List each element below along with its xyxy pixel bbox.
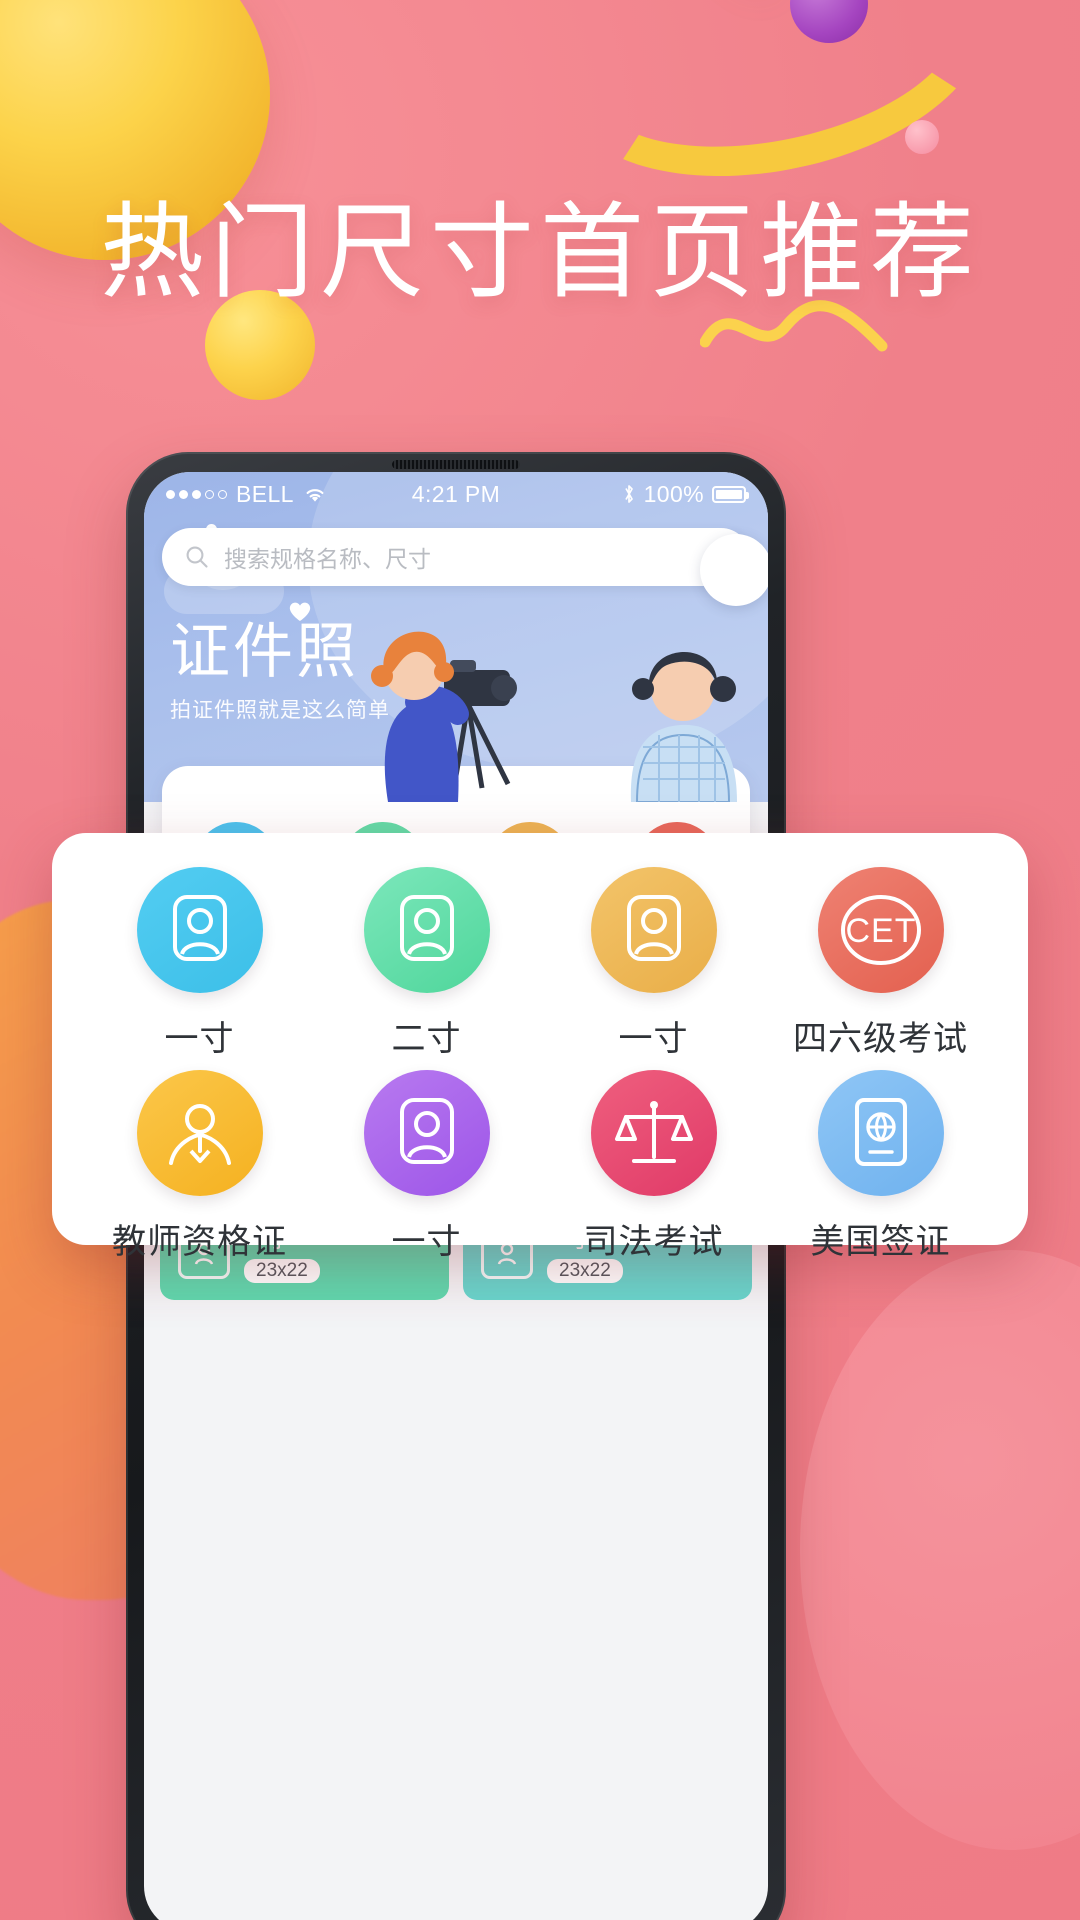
wifi-icon [306,488,324,502]
banner-subtitle: 拍证件照就是这么简单 [170,699,390,722]
status-bar-time: 4:21 PM [411,480,501,507]
search-icon [186,546,208,568]
category-label: 四六级考试 [793,1019,968,1059]
featured-categories-card: 一寸 二寸 一寸 CET 四六级考试 教师资格证 一寸 司法考试 美国签证 [52,833,1028,1262]
category-label: 司法考试 [583,1222,724,1262]
id-photo-icon [590,867,717,993]
search-bar[interactable]: 搜索规格名称、尺寸 [162,528,750,586]
teacher-icon [136,1070,263,1196]
status-bar-left: BELL [166,481,412,508]
id-photo-icon [363,867,490,993]
photographer-illustration [371,631,517,802]
category-label: 二寸 [391,1019,462,1059]
category-item-ercun-green[interactable]: 二寸 [313,867,540,1060]
category-item-cet[interactable]: CET 四六级考试 [767,867,994,1060]
passport-icon [817,1070,944,1196]
decor-sphere-pink [905,120,939,154]
status-bar-right: 100% [500,480,749,508]
category-item-us-visa[interactable]: 美国签证 [767,1070,994,1263]
status-bar: BELL 4:21 PM 100% [144,472,768,516]
decor-blob-pink [800,1250,1080,1850]
category-item-judicial[interactable]: 司法考试 [540,1070,767,1263]
subject-illustration [630,651,737,802]
category-label: 一寸 [618,1019,689,1059]
category-label: 教师资格证 [112,1222,287,1262]
category-label: 美国签证 [810,1222,951,1262]
search-input[interactable]: 搜索规格名称、尺寸 [224,540,431,574]
id-photo-icon [136,867,263,993]
banner-text: 证件照 拍证件照就是这么简单 [170,602,390,724]
scales-icon [590,1070,717,1196]
category-item-yicun-purple[interactable]: 一寸 [313,1070,540,1263]
category-item-teacher[interactable]: 教师资格证 [86,1070,313,1263]
cet-icon: CET [817,867,944,993]
signal-dots-icon [166,489,227,499]
battery-full-icon [712,485,749,503]
battery-percent-label: 100% [643,480,704,507]
category-item-yicun-orange[interactable]: 一寸 [540,867,767,1060]
category-item-yicun-blue[interactable]: 一寸 [86,867,313,1060]
app-banner: BELL 4:21 PM 100% 搜索规格名称、尺寸 证件照 拍证件照就是这么… [144,472,768,802]
category-label: 一寸 [391,1222,462,1262]
bluetooth-icon [624,485,633,503]
carrier-label: BELL [236,480,294,507]
heart-icon [289,602,311,621]
id-photo-icon [363,1070,490,1196]
category-label: 一寸 [164,1019,235,1059]
banner-title: 证件照 [170,617,359,687]
cet-badge-text: CET [845,912,916,950]
promo-headline: 热门尺寸首页推荐 [99,191,980,313]
avatar[interactable] [700,534,768,606]
phone-speaker [392,460,520,469]
